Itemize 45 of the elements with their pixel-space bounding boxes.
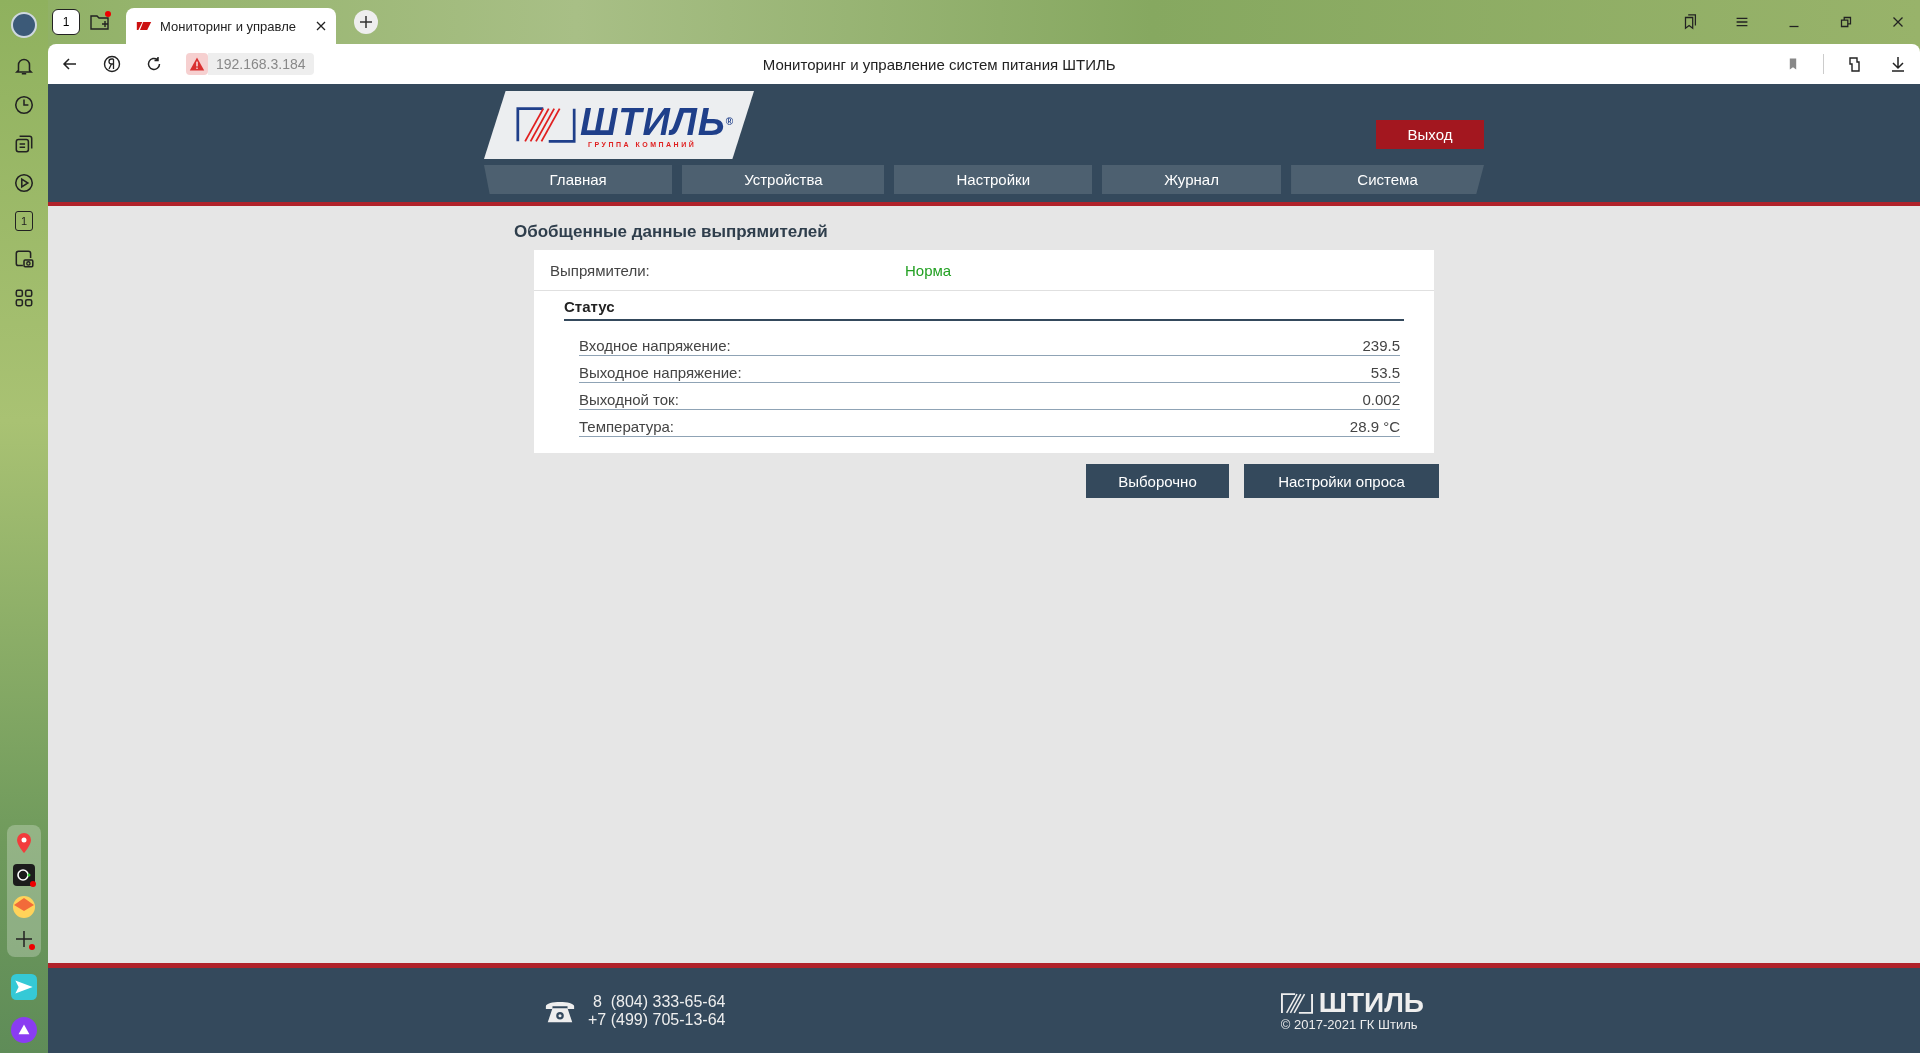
action-button[interactable]: Выборочно: [1086, 464, 1229, 498]
close-icon[interactable]: [316, 21, 326, 31]
row-value: 53.5: [1370, 364, 1400, 381]
nav-tab[interactable]: Устройства: [682, 165, 885, 194]
nav-tab[interactable]: Главная: [484, 165, 673, 194]
avatar-icon[interactable]: [11, 12, 37, 38]
clock-icon[interactable]: [13, 94, 35, 116]
summary-label: Выпрямители:: [550, 261, 651, 279]
browser-tab[interactable]: Мониторинг и управле: [126, 8, 336, 44]
logo-icon: [136, 20, 152, 32]
row-value: 28.9 °C: [1349, 418, 1400, 435]
browser-logo-icon[interactable]: [102, 54, 122, 74]
counter-icon[interactable]: 1: [15, 211, 33, 231]
new-tab-icon[interactable]: [354, 10, 378, 34]
nav-tab[interactable]: Журнал: [1102, 165, 1282, 194]
logo-mark-icon: [516, 104, 576, 146]
cards-icon[interactable]: [13, 133, 35, 155]
row-label: Температура:: [579, 418, 675, 435]
row-label: Входное напряжение:: [579, 337, 731, 354]
footer-logo-text: ШТИЛЬ: [1318, 989, 1424, 1017]
summary-value: Норма: [905, 261, 952, 279]
logout-button[interactable]: Выход: [1376, 119, 1484, 149]
camera-app-icon[interactable]: [12, 863, 36, 887]
play-icon[interactable]: [13, 172, 35, 194]
logo-text: ШТИЛЬ$^{®}$: [580, 102, 735, 141]
row-value: 239.5: [1362, 337, 1400, 354]
status-heading: Статус: [564, 298, 1404, 321]
row-label: Выходной ток:: [579, 391, 679, 408]
home-tab-button[interactable]: 1: [52, 9, 80, 35]
phone-number: 8 (804) 333-65-64: [592, 992, 726, 1011]
phone-number: +7 (499) 705-13-64: [588, 1010, 726, 1029]
grid-icon[interactable]: [13, 287, 35, 309]
page-title: Мониторинг и управление систем питания ШТИЛЬ: [761, 55, 1117, 73]
copyright-text: © 2017-2021 ГК Штиль: [1280, 1017, 1418, 1032]
row-label: Выходное напряжение:: [579, 364, 742, 381]
assistant-icon[interactable]: [11, 1017, 37, 1043]
nav-tab[interactable]: Система: [1291, 165, 1484, 194]
logo-mark-icon: [1280, 992, 1313, 1014]
row-value: 0.002: [1362, 391, 1400, 408]
section-title: Обобщенные данные выпрямителей: [514, 222, 829, 242]
nav-tab[interactable]: Настройки: [894, 165, 1093, 194]
screenshot-icon[interactable]: [13, 248, 35, 270]
action-button[interactable]: Настройки опроса: [1244, 464, 1439, 498]
send-app-icon[interactable]: [11, 974, 37, 1000]
warning-icon[interactable]: [186, 53, 208, 75]
